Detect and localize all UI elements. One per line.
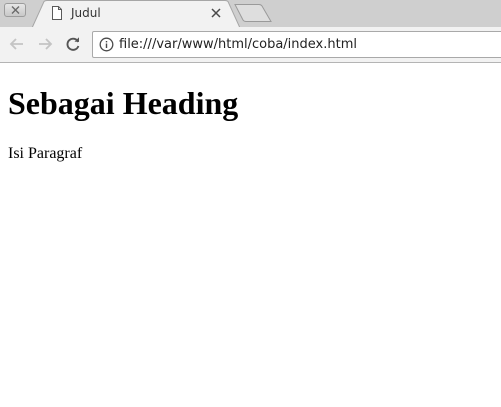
page-heading: Sebagai Heading [8,85,239,121]
tab-judul[interactable]: Judul [32,0,240,27]
new-tab-icon[interactable] [234,4,272,22]
info-icon[interactable] [99,37,114,52]
browser-toolbar: file:///var/www/html/coba/index.html [0,27,501,63]
arrow-right-icon[interactable] [36,35,54,53]
address-bar[interactable]: file:///var/www/html/coba/index.html [92,31,501,58]
close-icon [11,6,20,14]
tab-strip: Judul [0,0,501,27]
arrow-left-icon[interactable] [8,35,26,53]
close-icon[interactable] [210,7,222,19]
url-text[interactable]: file:///var/www/html/coba/index.html [119,36,357,53]
page-content: Sebagai Heading Isi Paragraf [0,63,501,407]
reload-icon[interactable] [64,35,82,53]
page-icon [52,6,62,20]
page-paragraph: Isi Paragraf [8,145,83,162]
tab-title: Judul [71,6,101,20]
window-close-button[interactable] [4,3,26,17]
